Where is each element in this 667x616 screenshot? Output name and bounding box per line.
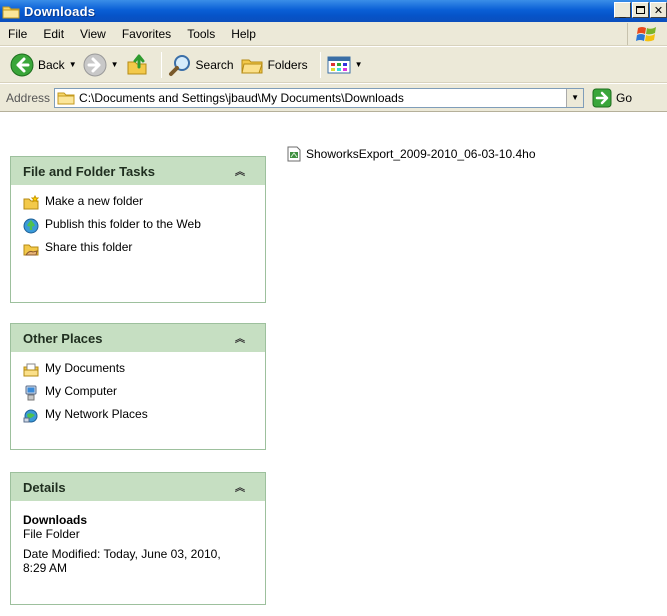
folder-icon <box>57 92 75 105</box>
task-pane: File and Folder Tasks ︽ Make a new folde… <box>0 113 276 616</box>
maximize-icon <box>636 6 645 14</box>
folders-label: Folders <box>267 57 308 72</box>
my-documents-icon <box>23 363 39 377</box>
file-folder-tasks-header[interactable]: File and Folder Tasks ︽ <box>11 157 265 185</box>
details-panel: Details ︽ Downloads File Folder Date Mod… <box>10 472 266 605</box>
task-label: Publish this folder to the Web <box>45 217 201 231</box>
address-bar: Address C:\Documents and Settings\jbaud\… <box>0 84 667 112</box>
new-folder-icon <box>23 195 39 210</box>
my-computer-link[interactable]: My Computer <box>23 385 253 401</box>
minimize-icon: _ <box>619 7 626 19</box>
title-bar[interactable]: Downloads _ ✕ <box>0 0 667 22</box>
collapse-chevron-icon[interactable]: ︽ <box>235 479 245 494</box>
chevron-down-icon: ▼ <box>571 93 579 102</box>
toolbar-separator <box>319 51 321 78</box>
file-icon <box>287 146 301 162</box>
chevron-down-icon[interactable]: ▼ <box>69 60 77 69</box>
menu-view[interactable]: View <box>72 27 114 41</box>
go-button[interactable]: Go <box>592 88 632 108</box>
up-folder-icon <box>127 54 147 74</box>
up-folder-button[interactable] <box>125 53 149 77</box>
collapse-chevron-icon[interactable]: ︽ <box>235 163 245 178</box>
make-new-folder-link[interactable]: Make a new folder <box>23 195 253 211</box>
menu-edit[interactable]: Edit <box>35 27 72 41</box>
back-arrow-icon <box>10 53 34 76</box>
menu-help[interactable]: Help <box>223 27 264 41</box>
other-places-panel: Other Places ︽ My Documents My Computer <box>10 323 266 450</box>
file-list-pane[interactable]: ShoworksExport_2009-2010_06-03-10.4ho <box>276 113 667 616</box>
my-computer-icon <box>25 385 37 401</box>
details-date-modified: Date Modified: Today, June 03, 2010, 8:2… <box>23 547 221 575</box>
file-folder-tasks-panel: File and Folder Tasks ︽ Make a new folde… <box>10 156 266 303</box>
my-network-places-link[interactable]: My Network Places <box>23 408 253 424</box>
address-label: Address <box>6 90 51 105</box>
details-item-type: File Folder <box>23 527 80 541</box>
panel-title: Details <box>23 479 66 495</box>
close-icon: ✕ <box>653 4 664 17</box>
views-button[interactable]: ▼ <box>327 55 363 75</box>
details-header[interactable]: Details ︽ <box>11 473 265 501</box>
publish-folder-link[interactable]: Publish this folder to the Web <box>23 218 253 234</box>
address-input[interactable]: C:\Documents and Settings\jbaud\My Docum… <box>54 87 585 108</box>
address-dropdown-button[interactable]: ▼ <box>566 88 584 107</box>
go-label: Go <box>616 90 633 105</box>
folder-icon <box>2 6 20 18</box>
toolbar-separator <box>160 51 162 78</box>
forward-button[interactable]: ▼ <box>83 53 119 77</box>
folders-button[interactable]: Folders <box>240 53 308 77</box>
panel-title: File and Folder Tasks <box>23 163 155 179</box>
folders-icon <box>240 59 263 73</box>
menu-file[interactable]: File <box>0 27 35 41</box>
details-item-name: Downloads <box>23 513 88 527</box>
task-label: Make a new folder <box>45 194 144 208</box>
place-label: My Documents <box>45 361 126 375</box>
go-arrow-icon <box>592 88 612 107</box>
close-button[interactable]: ✕ <box>650 2 667 18</box>
menu-tools[interactable]: Tools <box>179 27 223 41</box>
forward-arrow-icon <box>83 53 107 76</box>
windows-logo-icon <box>627 23 665 45</box>
search-icon <box>168 54 190 76</box>
address-path: C:\Documents and Settings\jbaud\My Docum… <box>79 90 404 105</box>
views-icon <box>327 56 351 73</box>
file-item[interactable]: ShoworksExport_2009-2010_06-03-10.4ho <box>286 146 536 162</box>
back-label: Back <box>38 57 65 72</box>
other-places-header[interactable]: Other Places ︽ <box>11 324 265 352</box>
panel-title: Other Places <box>23 330 103 346</box>
search-button[interactable]: Search <box>168 53 234 77</box>
place-label: My Computer <box>45 384 118 398</box>
minimize-button[interactable]: _ <box>614 2 631 19</box>
maximize-button[interactable] <box>632 2 649 18</box>
collapse-chevron-icon[interactable]: ︽ <box>235 330 245 345</box>
chevron-down-icon[interactable]: ▼ <box>355 60 363 69</box>
search-label: Search <box>195 57 234 72</box>
menu-bar: File Edit View Favorites Tools Help <box>0 22 667 46</box>
toolbar: Back ▼ ▼ Search Folders ▼ <box>0 47 667 83</box>
share-folder-link[interactable]: Share this folder <box>23 241 253 257</box>
window-title: Downloads <box>24 3 96 19</box>
share-folder-icon <box>23 244 39 256</box>
back-button[interactable]: Back ▼ <box>10 53 77 77</box>
menu-favorites[interactable]: Favorites <box>114 27 179 41</box>
file-name: ShoworksExport_2009-2010_06-03-10.4ho <box>306 147 536 161</box>
chevron-down-icon[interactable]: ▼ <box>111 60 119 69</box>
publish-web-icon <box>23 218 39 234</box>
network-places-icon <box>23 409 38 423</box>
task-label: Share this folder <box>45 240 133 254</box>
place-label: My Network Places <box>45 407 148 421</box>
my-documents-link[interactable]: My Documents <box>23 362 253 378</box>
